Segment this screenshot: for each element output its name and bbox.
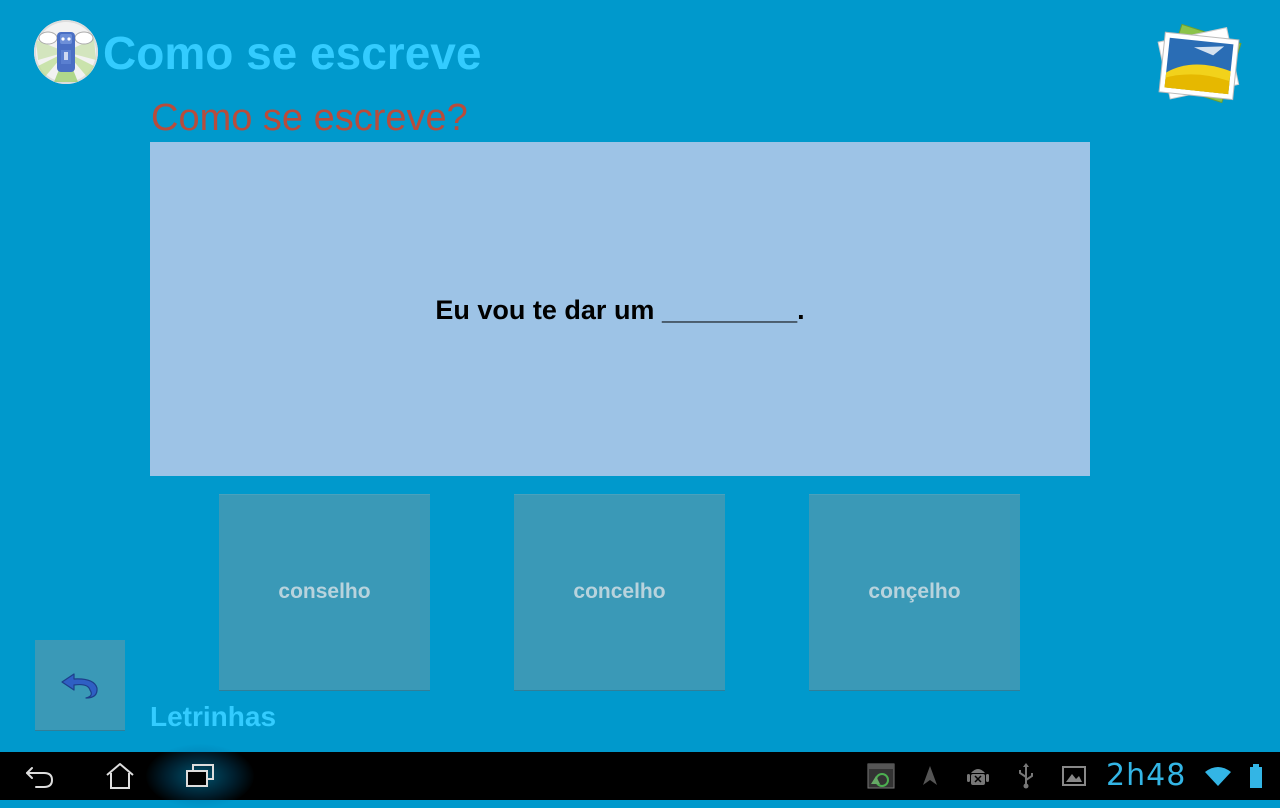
option-button-concelho[interactable]: concelho [514, 494, 725, 690]
nav-back-button[interactable] [10, 752, 70, 800]
status-clock[interactable]: 2h48 [1106, 758, 1186, 794]
sentence-panel: Eu vou te dar um _________. [150, 142, 1090, 476]
undo-button[interactable] [35, 640, 125, 730]
battery-icon [1242, 762, 1270, 790]
app-title: Como se escreve [103, 27, 482, 79]
option-button-conselho[interactable]: conselho [219, 494, 430, 690]
navigation-arrow-icon [916, 762, 944, 790]
gallery-notification-icon [1060, 762, 1088, 790]
screenshot-notification-icon[interactable] [867, 762, 895, 790]
photo-gallery-icon[interactable] [1152, 18, 1248, 114]
nav-recent-apps-button[interactable] [170, 752, 230, 800]
home-icon [106, 763, 134, 789]
recent-apps-icon [186, 764, 214, 787]
option-button-concelho-cedilla[interactable]: conçelho [809, 494, 1020, 690]
mascot-logo-icon[interactable] [34, 20, 98, 84]
back-icon [26, 767, 54, 788]
system-nav-bar: 2h48 [0, 744, 1280, 808]
footer-label: Letrinhas [150, 701, 277, 732]
android-debug-icon [964, 762, 992, 790]
question-heading: Como se escreve? [151, 97, 468, 139]
sentence-text: Eu vou te dar um _________. [435, 295, 805, 325]
usb-icon [1012, 762, 1040, 790]
undo-arrow-icon [60, 668, 100, 703]
nav-home-button[interactable] [90, 752, 150, 800]
wifi-icon [1204, 762, 1232, 790]
